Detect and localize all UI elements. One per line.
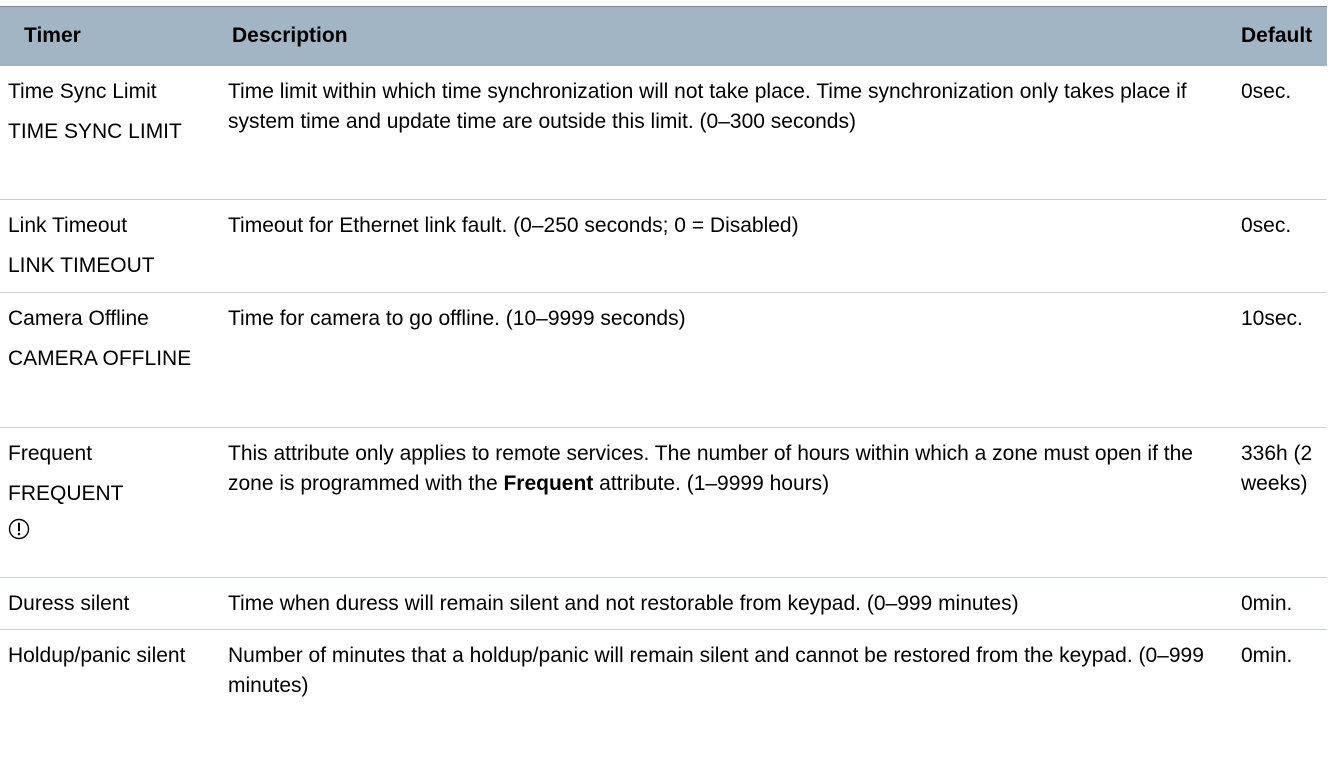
timer-menu-name: FREQUENT: [8, 482, 124, 505]
timer-menu-name: LINK TIMEOUT: [8, 254, 155, 277]
timers-table: Timer Description Default Time Sync Limi…: [0, 6, 1327, 710]
timer-label: Holdup/panic silent: [8, 644, 186, 667]
timer-cell: Duress silent: [0, 578, 220, 630]
default-cell: 0min.: [1241, 644, 1293, 667]
timer-menu-name: CAMERA OFFLINE: [8, 347, 192, 370]
timer-label: Frequent: [8, 442, 93, 465]
description-text: attribute. (1–9999 hours): [593, 472, 830, 495]
description-cell: Time limit within which time synchroniza…: [228, 79, 1187, 133]
column-header-description: Description: [220, 6, 1231, 66]
column-header-default: Default: [1231, 6, 1327, 66]
default-cell: 0sec.: [1241, 79, 1292, 103]
table-row: Holdup/panic silent Number of minutes th…: [0, 629, 1327, 710]
timer-label: Camera Offline: [8, 307, 149, 330]
table-row: Camera Offline CAMERA OFFLINE Time for c…: [0, 292, 1327, 428]
timer-cell: Frequent FREQUENT: [0, 428, 220, 578]
column-header-timer: Timer: [0, 6, 220, 66]
description-cell: Number of minutes that a holdup/panic wi…: [228, 644, 1204, 697]
default-cell: 0sec.: [1241, 214, 1292, 237]
timer-label: Link Timeout: [8, 214, 128, 237]
timer-cell: Camera Offline CAMERA OFFLINE: [0, 293, 220, 428]
description-cell: This attribute only applies to remote se…: [220, 428, 1231, 578]
timer-cell: Time Sync Limit TIME SYNC LIMIT: [0, 66, 220, 200]
table-header-row: Timer Description Default: [0, 6, 1327, 66]
table-row: Time Sync Limit TIME SYNC LIMIT Time lim…: [0, 66, 1327, 200]
warning-icon: [8, 518, 30, 540]
description-cell: Time when duress will remain silent and …: [228, 592, 1019, 615]
table-row: Duress silent Time when duress will rema…: [0, 577, 1327, 630]
table-row: Link Timeout LINK TIMEOUT Timeout for Et…: [0, 199, 1327, 293]
description-cell: Time for camera to go offline. (10–9999 …: [228, 307, 686, 330]
frequent-attribute-term: Frequent: [503, 472, 594, 495]
timer-cell: Holdup/panic silent: [0, 630, 220, 710]
timer-cell: Link Timeout LINK TIMEOUT: [0, 200, 220, 293]
timer-label: Duress silent: [8, 592, 130, 615]
default-cell: 336h (2 weeks): [1241, 442, 1313, 495]
timer-label: Time Sync Limit: [8, 79, 157, 103]
default-cell: 0min.: [1241, 592, 1293, 615]
default-cell: 10sec.: [1241, 307, 1303, 330]
description-cell: Timeout for Ethernet link fault. (0–250 …: [228, 214, 799, 237]
table-row: Frequent FREQUENT This attribute only ap…: [0, 427, 1327, 578]
timer-menu-name: TIME SYNC LIMIT: [8, 119, 182, 143]
